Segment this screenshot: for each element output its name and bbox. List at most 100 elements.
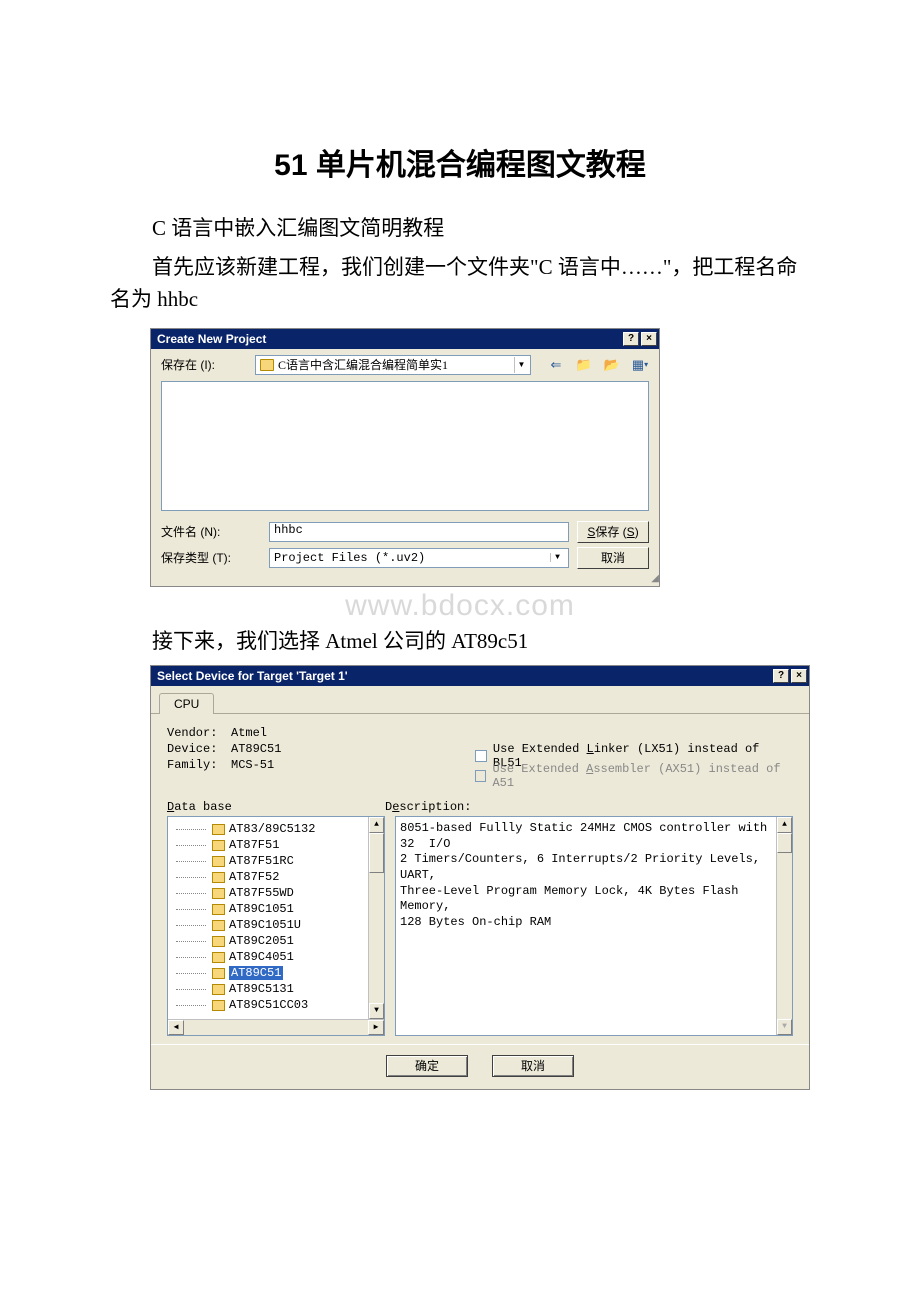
- tree-item-label: AT89C4051: [229, 950, 294, 964]
- tree-item[interactable]: AT87F52: [176, 869, 382, 885]
- tree-item[interactable]: AT83/89C5132: [176, 821, 382, 837]
- scroll-thumb[interactable]: [777, 833, 792, 853]
- filetype-value: Project Files (*.uv2): [274, 551, 550, 565]
- device-value: AT89C51: [231, 742, 281, 756]
- scroll-right-icon[interactable]: ▶: [368, 1020, 384, 1035]
- tab-bar: CPU: [151, 686, 809, 714]
- horizontal-scrollbar[interactable]: ◀ ▶: [168, 1019, 384, 1035]
- folder-icon: [212, 968, 225, 979]
- save-button[interactable]: S保存 (S)保存 (S): [577, 521, 649, 543]
- tree-item-label: AT87F52: [229, 870, 279, 884]
- folder-icon: [212, 888, 225, 899]
- tree-item[interactable]: AT89C1051U: [176, 917, 382, 933]
- description-text: 8051-based Fullly Static 24MHz CMOS cont…: [400, 821, 774, 930]
- nav-back-icon[interactable]: ⇐: [547, 356, 565, 374]
- watermark: www.bdocx.com: [110, 589, 810, 623]
- vertical-scrollbar[interactable]: ▲ ▼: [776, 817, 792, 1035]
- savein-combo[interactable]: C语言中含汇编混合编程简单实1 ▼: [255, 355, 531, 375]
- help-button[interactable]: ?: [773, 669, 789, 683]
- select-device-dialog: Select Device for Target 'Target 1' ? × …: [150, 665, 810, 1090]
- description-box[interactable]: 8051-based Fullly Static 24MHz CMOS cont…: [395, 816, 793, 1036]
- tree-item[interactable]: AT89C51CC03: [176, 997, 382, 1013]
- tree-item[interactable]: AT89C5131: [176, 981, 382, 997]
- dialog-titlebar[interactable]: Select Device for Target 'Target 1' ? ×: [151, 666, 809, 686]
- database-label: Data base: [167, 800, 385, 814]
- tree-item[interactable]: AT89C2051: [176, 933, 382, 949]
- dialog-title: Create New Project: [157, 332, 621, 346]
- scroll-thumb[interactable]: [369, 833, 384, 873]
- resize-grip[interactable]: ◢: [151, 573, 659, 586]
- folder-icon: [212, 984, 225, 995]
- tab-cpu[interactable]: CPU: [159, 693, 214, 714]
- dialog-titlebar[interactable]: Create New Project ? ×: [151, 329, 659, 349]
- help-button[interactable]: ?: [623, 332, 639, 346]
- savein-label: 保存在 (I):: [161, 356, 247, 373]
- tree-item-label: AT89C2051: [229, 934, 294, 948]
- file-list-area[interactable]: [161, 381, 649, 511]
- tree-item-label: AT89C1051: [229, 902, 294, 916]
- dropdown-icon[interactable]: ▼: [550, 553, 564, 562]
- folder-icon: [212, 856, 225, 867]
- tree-item[interactable]: AT89C1051: [176, 901, 382, 917]
- paragraph-3: 接下来，我们选择 Atmel 公司的 AT89c51: [110, 625, 810, 658]
- dropdown-icon[interactable]: ▼: [514, 357, 528, 373]
- scroll-left-icon[interactable]: ◀: [168, 1020, 184, 1035]
- vendor-label: Vendor:: [167, 726, 225, 740]
- device-label: Device:: [167, 742, 225, 756]
- device-tree[interactable]: AT83/89C5132 AT87F51 AT87F51RC AT87F52 AT87F…: [167, 816, 385, 1036]
- folder-icon: [212, 904, 225, 915]
- dialog-title: Select Device for Target 'Target 1': [157, 669, 771, 683]
- scroll-up-icon[interactable]: ▲: [369, 817, 384, 833]
- tree-item-label: AT89C5131: [229, 982, 294, 996]
- folder-icon: [212, 840, 225, 851]
- filename-input[interactable]: hhbc: [269, 522, 569, 542]
- filetype-label: 保存类型 (T):: [161, 549, 261, 566]
- close-button[interactable]: ×: [791, 669, 807, 683]
- description-label: Description:: [385, 800, 471, 814]
- tree-item[interactable]: AT87F55WD: [176, 885, 382, 901]
- tree-item-label: AT89C51CC03: [229, 998, 308, 1012]
- ok-button[interactable]: 确定: [386, 1055, 468, 1077]
- nav-newfolder-icon[interactable]: 📂: [603, 356, 621, 374]
- checkbox-icon: [475, 770, 486, 782]
- vendor-value: Atmel: [231, 726, 267, 740]
- tree-item[interactable]: AT87F51: [176, 837, 382, 853]
- checkbox-icon[interactable]: [475, 750, 487, 762]
- folder-icon: [212, 952, 225, 963]
- extended-asm-label: Use Extended Assembler (AX51) instead of…: [492, 762, 793, 790]
- folder-icon: [212, 872, 225, 883]
- folder-icon: [212, 936, 225, 947]
- folder-icon: [212, 1000, 225, 1011]
- tree-item[interactable]: AT89C51: [176, 965, 382, 981]
- tree-item-label: AT87F51: [229, 838, 279, 852]
- extended-asm-row: Use Extended Assembler (AX51) instead of…: [475, 762, 793, 790]
- tree-item-label: AT89C51: [229, 966, 283, 980]
- scroll-down-icon[interactable]: ▼: [777, 1019, 792, 1035]
- tree-item-label: AT87F55WD: [229, 886, 294, 900]
- paragraph-1: C 语言中嵌入汇编图文简明教程: [110, 212, 810, 245]
- tree-item[interactable]: AT89C4051: [176, 949, 382, 965]
- tree-item-label: AT87F51RC: [229, 854, 294, 868]
- folder-icon: [260, 359, 274, 371]
- tree-item-label: AT83/89C5132: [229, 822, 315, 836]
- folder-icon: [212, 920, 225, 931]
- tree-item[interactable]: AT87F51RC: [176, 853, 382, 869]
- vertical-scrollbar[interactable]: ▲ ▼: [368, 817, 384, 1019]
- close-button[interactable]: ×: [641, 332, 657, 346]
- filename-label: 文件名 (N):: [161, 523, 261, 540]
- document-title: 51 单片机混合编程图文教程: [110, 140, 810, 184]
- scroll-down-icon[interactable]: ▼: [369, 1003, 384, 1019]
- tree-item-label: AT89C1051U: [229, 918, 301, 932]
- family-value: MCS-51: [231, 758, 274, 772]
- cancel-button[interactable]: 取消: [492, 1055, 574, 1077]
- folder-icon: [212, 824, 225, 835]
- savein-value: C语言中含汇编混合编程简单实1: [278, 356, 510, 373]
- create-project-dialog: Create New Project ? × 保存在 (I): C语言中含汇编混…: [150, 328, 660, 587]
- filetype-combo[interactable]: Project Files (*.uv2) ▼: [269, 548, 569, 568]
- paragraph-2: 首先应该新建工程，我们创建一个文件夹"C 语言中……"，把工程名命名为 hhbc: [110, 251, 810, 316]
- nav-up-icon[interactable]: 📁: [575, 356, 593, 374]
- family-label: Family:: [167, 758, 225, 772]
- cancel-button[interactable]: 取消: [577, 547, 649, 569]
- nav-views-icon[interactable]: ▦▾: [631, 356, 649, 374]
- scroll-up-icon[interactable]: ▲: [777, 817, 792, 833]
